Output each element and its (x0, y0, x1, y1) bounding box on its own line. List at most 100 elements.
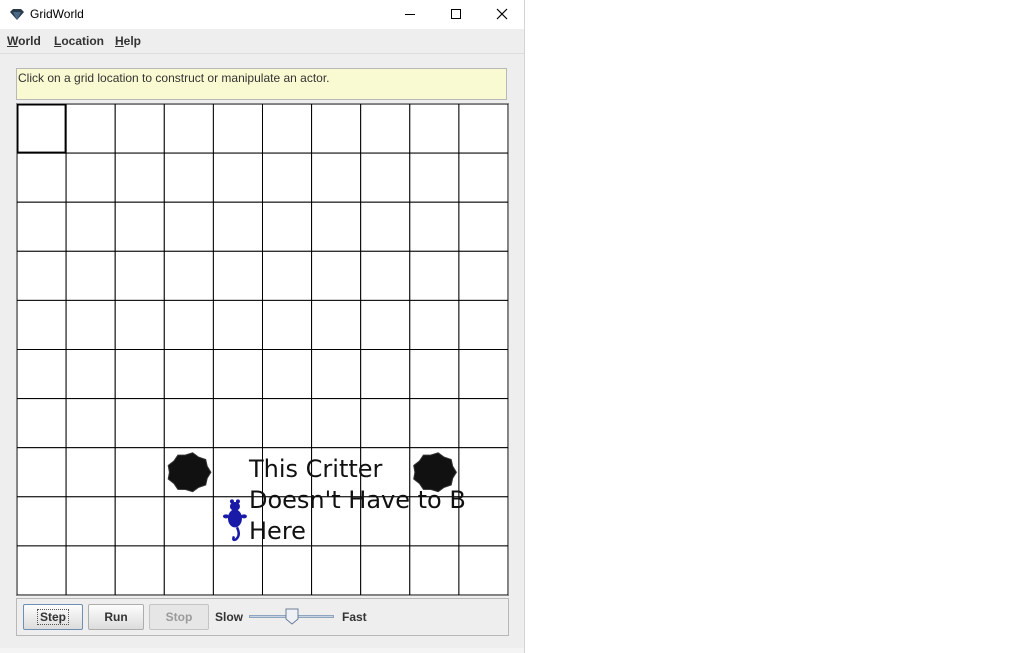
grid-cell[interactable] (409, 349, 460, 400)
grid-cell[interactable] (65, 398, 116, 449)
grid-cell[interactable] (360, 299, 411, 350)
grid-cell[interactable] (360, 349, 411, 400)
grid-cell[interactable] (114, 496, 165, 547)
grid-cell[interactable] (409, 103, 460, 154)
title-bar[interactable]: GridWorld (0, 0, 524, 29)
grid-cell[interactable] (114, 201, 165, 252)
grid-cell[interactable] (458, 349, 509, 400)
grid-cell[interactable] (16, 152, 67, 203)
grid-cell[interactable] (212, 152, 263, 203)
grid-cell[interactable] (16, 349, 67, 400)
grid-cell[interactable] (212, 349, 263, 400)
maximize-button[interactable] (433, 0, 479, 29)
grid-cell[interactable] (65, 545, 116, 596)
grid-cell[interactable] (409, 545, 460, 596)
grid-cell[interactable] (458, 398, 509, 449)
grid-cell[interactable] (409, 152, 460, 203)
grid-cell[interactable] (311, 250, 362, 301)
grid-cell[interactable] (458, 201, 509, 252)
grid-cell[interactable] (262, 250, 313, 301)
grid-cell[interactable] (163, 103, 214, 154)
grid-cell[interactable] (360, 545, 411, 596)
grid-cell[interactable] (163, 398, 214, 449)
grid-cell[interactable] (212, 201, 263, 252)
grid-cell[interactable] (262, 299, 313, 350)
grid-cell[interactable] (262, 398, 313, 449)
grid-cell[interactable] (114, 398, 165, 449)
grid-cell[interactable] (262, 152, 313, 203)
grid-cell[interactable] (65, 496, 116, 547)
grid-cell[interactable] (360, 201, 411, 252)
grid-cell[interactable] (16, 299, 67, 350)
grid-cell[interactable] (114, 299, 165, 350)
close-button[interactable] (479, 0, 525, 29)
grid-cell[interactable] (458, 152, 509, 203)
grid-cell[interactable] (65, 152, 116, 203)
grid-cell[interactable] (114, 152, 165, 203)
grid-cell[interactable] (65, 447, 116, 498)
grid-cell[interactable] (409, 398, 460, 449)
grid-cell[interactable] (163, 152, 214, 203)
grid-cell[interactable] (262, 103, 313, 154)
menu-world[interactable]: World (7, 34, 41, 48)
speed-slider-thumb[interactable] (285, 608, 299, 625)
grid-cell[interactable] (163, 545, 214, 596)
grid-cell[interactable] (311, 152, 362, 203)
grid-cell[interactable] (16, 545, 67, 596)
grid-cell[interactable] (16, 103, 67, 154)
grid-cell[interactable] (212, 103, 263, 154)
grid-cell[interactable] (262, 545, 313, 596)
grid-cell[interactable] (65, 349, 116, 400)
grid-cell[interactable] (163, 299, 214, 350)
grid-cell[interactable] (163, 349, 214, 400)
grid-cell[interactable] (409, 201, 460, 252)
grid-cell[interactable] (114, 447, 165, 498)
grid-canvas[interactable]: This Critter Doesn't Have to B Here (16, 103, 509, 596)
grid-cell[interactable] (409, 250, 460, 301)
menu-help[interactable]: Help (115, 34, 141, 48)
grid-cell[interactable] (16, 201, 67, 252)
grid-cell[interactable] (311, 398, 362, 449)
step-button[interactable]: Step (23, 604, 83, 630)
grid-panel[interactable]: This Critter Doesn't Have to B Here (16, 103, 509, 596)
grid-cell[interactable] (65, 201, 116, 252)
grid-cell[interactable] (114, 250, 165, 301)
grid-cell[interactable] (212, 250, 263, 301)
grid-cell[interactable] (16, 398, 67, 449)
grid-cell[interactable] (262, 349, 313, 400)
grid-cell[interactable] (163, 250, 214, 301)
grid-cell[interactable] (311, 103, 362, 154)
grid-cell[interactable] (16, 496, 67, 547)
grid-cell[interactable] (458, 299, 509, 350)
grid-cell[interactable] (458, 103, 509, 154)
grid-cell[interactable] (212, 299, 263, 350)
grid-cell[interactable] (458, 250, 509, 301)
grid-cell[interactable] (262, 201, 313, 252)
grid-cell[interactable] (16, 447, 67, 498)
grid-cell[interactable] (360, 152, 411, 203)
grid-cell[interactable] (409, 299, 460, 350)
grid-cell[interactable] (114, 349, 165, 400)
grid-cell[interactable] (163, 201, 214, 252)
grid-cell[interactable] (311, 299, 362, 350)
grid-cell[interactable] (114, 103, 165, 154)
run-button[interactable]: Run (88, 604, 144, 630)
grid-cell[interactable] (311, 545, 362, 596)
stop-button[interactable]: Stop (149, 604, 209, 630)
grid-cell[interactable] (163, 496, 214, 547)
grid-cell[interactable] (360, 250, 411, 301)
grid-cell[interactable] (311, 349, 362, 400)
grid-cell[interactable] (65, 250, 116, 301)
grid-cell[interactable] (212, 545, 263, 596)
minimize-button[interactable] (387, 0, 433, 29)
grid-cell[interactable] (16, 250, 67, 301)
grid-cell[interactable] (458, 545, 509, 596)
grid-cell[interactable] (458, 447, 509, 498)
grid-cell[interactable] (65, 299, 116, 350)
grid-cell[interactable] (114, 545, 165, 596)
grid-cell[interactable] (65, 103, 116, 154)
grid-cell[interactable] (311, 201, 362, 252)
grid-cell[interactable] (360, 398, 411, 449)
grid-cell[interactable] (360, 103, 411, 154)
grid-cell[interactable] (212, 398, 263, 449)
